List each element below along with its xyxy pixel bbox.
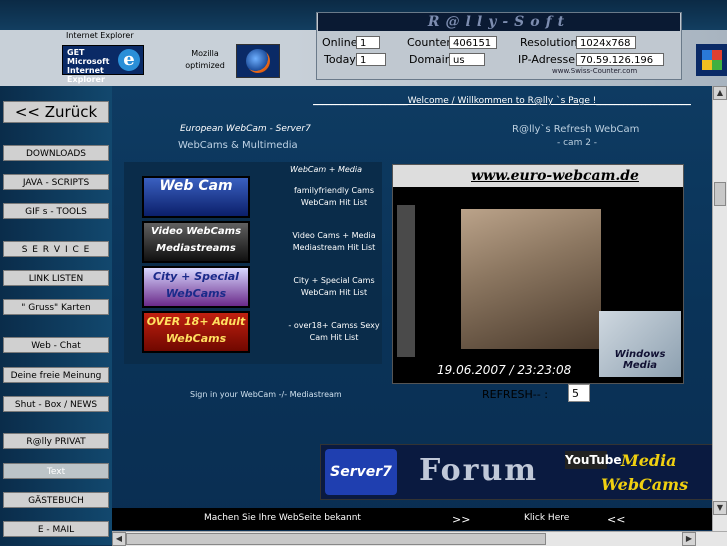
- left-nav: << Zurück DOWNLOADS JAVA - SCRIPTS GIF s…: [0, 86, 112, 545]
- scroll-up-icon[interactable]: ▲: [713, 86, 727, 100]
- welcome-text: _____________________Welcome / Willkomme…: [313, 96, 691, 106]
- euro-webcam-title: European WebCam - Server7: [180, 124, 311, 134]
- resolution-label: Resolution: [520, 36, 578, 49]
- klick-here-link[interactable]: Klick Here: [524, 513, 569, 523]
- nav-downloads[interactable]: DOWNLOADS: [3, 145, 109, 161]
- nav-java-scripts[interactable]: JAVA - SCRIPTS: [3, 174, 109, 190]
- resolution-value: 1024x768: [576, 36, 636, 49]
- online-label: Online: [322, 36, 358, 49]
- counter-label: Counter: [407, 36, 451, 49]
- horizontal-scroll-thumb[interactable]: [126, 533, 546, 545]
- firefox-icon: [246, 49, 270, 73]
- refresh-label: REFRESH-- :: [482, 388, 548, 401]
- scroll-left-icon[interactable]: ◀: [112, 532, 126, 546]
- firefox-logo[interactable]: [236, 44, 280, 78]
- ie-logo-text: GET Microsoft Internet Explorer: [67, 48, 110, 84]
- mozilla-label: Mozilla optimized: [185, 49, 225, 70]
- refresh-webcam-title: R@lly`s Refresh WebCam: [512, 124, 640, 135]
- vertical-scrollbar[interactable]: ▲ ▼: [712, 86, 727, 531]
- ie-download-logo[interactable]: GET Microsoft Internet Explorer e: [62, 45, 144, 84]
- nav-freie-meinung[interactable]: Deine freie Meinung: [3, 367, 109, 383]
- swiss-counter-link[interactable]: www.Swiss-Counter.com: [552, 67, 637, 75]
- ie-e-icon: e: [118, 49, 140, 71]
- domain-label: Domain: [409, 53, 452, 66]
- webcam-list-panel: Web Cam Video WebCams Mediastreams City …: [124, 162, 382, 364]
- adult-webcams-desc[interactable]: - over18+ Camss Sexy Cam Hit List: [284, 320, 384, 344]
- video-webcams-button[interactable]: Video WebCams Mediastreams: [142, 221, 250, 263]
- scroll-down-icon[interactable]: ▼: [713, 501, 727, 515]
- city-special-desc[interactable]: City + Special Cams WebCam Hit List: [284, 275, 384, 299]
- forum-banner[interactable]: Server7 Forum YouTube Media WebCams: [320, 444, 712, 500]
- refresh-input[interactable]: 5: [568, 384, 590, 402]
- windows-media-logo: Windows Media: [599, 311, 681, 377]
- nav-link-listen[interactable]: LINK LISTEN: [3, 270, 109, 286]
- webcam-image: www.euro-webcam.de Windows Media 19.06.2…: [392, 164, 684, 384]
- nav-gaestebuch[interactable]: GÄSTEBUCH: [3, 492, 109, 508]
- cam-timestamp: 19.06.2007 / 23:23:08: [437, 363, 572, 377]
- webcam-button[interactable]: Web Cam: [142, 176, 250, 218]
- today-value: 1: [356, 53, 386, 66]
- promo-bar: Machen Sie Ihre WebSeite bekannt >> Klic…: [112, 508, 712, 530]
- webcam-desc[interactable]: familyfriendly Cams WebCam Hit List: [284, 185, 384, 209]
- adult-webcams-button[interactable]: OVER 18+ Adult WebCams: [142, 311, 250, 353]
- ip-label: IP-Adresse: [518, 53, 575, 66]
- nav-email[interactable]: E - MAIL: [3, 521, 109, 537]
- nav-rally-privat[interactable]: R@lly PRIVAT: [3, 433, 109, 449]
- windows-logo: [696, 44, 727, 76]
- nav-shut-box-news[interactable]: Shut - Box / NEWS: [3, 396, 109, 412]
- city-special-button[interactable]: City + Special WebCams: [142, 266, 250, 308]
- ip-value: 70.59.126.196: [576, 53, 664, 66]
- promo-arrows-right: <<: [607, 513, 626, 526]
- counter-value: 406151: [449, 36, 497, 49]
- webcams-text: WebCams: [601, 475, 689, 494]
- scroll-right-icon[interactable]: ▶: [682, 532, 696, 546]
- media-text: Media: [621, 451, 677, 470]
- audio-level-bars: [397, 205, 415, 357]
- nav-text[interactable]: Text: [3, 463, 109, 479]
- online-value: 1: [356, 36, 380, 49]
- euro-webcam-subtitle: WebCams & Multimedia: [178, 140, 298, 151]
- nav-service[interactable]: S E R V I C E: [3, 241, 109, 257]
- site-title: R@lly-Soft: [318, 13, 680, 31]
- server7-logo: Server7: [325, 449, 397, 495]
- main-content: _____________________Welcome / Willkomme…: [112, 86, 712, 531]
- signin-link[interactable]: Sign in your WebCam -/- Mediastream: [190, 390, 342, 399]
- today-label: Today: [324, 53, 356, 66]
- back-button[interactable]: << Zurück: [3, 101, 109, 123]
- vertical-scroll-thumb[interactable]: [714, 182, 726, 206]
- cam-url: www.euro-webcam.de: [471, 168, 639, 184]
- promo-text: Machen Sie Ihre WebSeite bekannt: [204, 513, 361, 523]
- webcam-media-heading: WebCam + Media: [290, 165, 363, 174]
- horizontal-scrollbar[interactable]: ◀ ▶: [112, 531, 727, 546]
- forum-title: Forum: [419, 453, 539, 488]
- nav-gifs-tools[interactable]: GIF s - TOOLS: [3, 203, 109, 219]
- promo-arrows-left: >>: [452, 513, 471, 526]
- ie-label: Internet Explorer: [66, 31, 134, 40]
- cam-number: - cam 2 -: [557, 138, 598, 148]
- youtube-logo: YouTube: [565, 451, 622, 469]
- nav-web-chat[interactable]: Web - Chat: [3, 337, 109, 353]
- cam-photo: [461, 209, 601, 349]
- windows-flag-icon: [702, 50, 722, 70]
- video-webcams-desc[interactable]: Video Cams + Media Mediastream Hit List: [284, 230, 384, 254]
- nav-gruss-karten[interactable]: " Gruss" Karten: [3, 299, 109, 315]
- domain-value: us: [449, 53, 485, 66]
